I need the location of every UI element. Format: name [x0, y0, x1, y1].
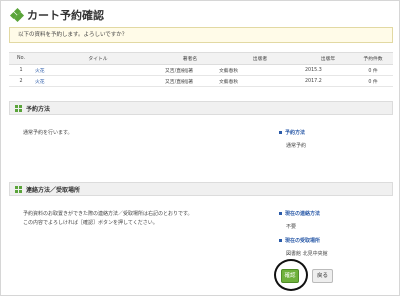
contact-method-label: 現在の連絡方法 [279, 210, 320, 217]
reservation-method-label: 予約方法 [279, 129, 305, 136]
contact-method-label-text: 現在の連絡方法 [285, 211, 321, 217]
header-no: No. [9, 52, 33, 65]
row-publisher: 文藝春秋 [217, 64, 303, 76]
reservation-method-value: 通常予約 [286, 143, 307, 149]
row-reserve-count: 0 件 [353, 64, 393, 76]
row-year: 2015.3 [303, 64, 353, 76]
confirmation-notice: 以下の資料を予約します。よろしいですか？ [9, 27, 393, 43]
confirm-highlight-ring [274, 259, 308, 291]
contact-description-line2: この内容でよろしければ［確認］ボタンを押してください。 [23, 220, 158, 226]
header-year: 出版年 [303, 52, 353, 65]
contact-section-header: 連絡方法／受取場所 [9, 182, 393, 196]
row-no: 1 [9, 64, 33, 76]
header-reserve-count: 予約件数 [353, 52, 393, 65]
pickup-location-label-text: 現在の受取場所 [285, 238, 321, 244]
row-title: 火花 [33, 75, 163, 87]
back-button[interactable]: 戻る [312, 269, 333, 283]
row-author: 又吉/直樹∥著 [163, 64, 217, 76]
row-author: 又吉/直樹∥著 [163, 75, 217, 87]
header-author: 著者名 [163, 52, 217, 65]
pickup-location-value: 図書館 北見中央館 [286, 251, 328, 257]
square-bullet-icon [279, 131, 282, 134]
grid-icon [15, 185, 22, 193]
row-reserve-count: 0 件 [353, 75, 393, 87]
header-title: タイトル [33, 52, 163, 65]
pickup-location-label: 現在の受取場所 [279, 237, 320, 244]
row-year: 2017.2 [303, 75, 353, 87]
square-bullet-icon [279, 239, 282, 242]
row-title: 火花 [33, 64, 163, 76]
section-title: 予約方法 [26, 105, 51, 113]
reservation-method-description: 通常予約を行います。 [23, 130, 73, 136]
header-publisher: 出版者 [217, 52, 303, 65]
diamond-logo-icon [9, 7, 25, 23]
row-no: 2 [9, 75, 33, 87]
grid-icon [15, 104, 22, 112]
table-row: 1 火花 又吉/直樹∥著 文藝春秋 2015.3 0 件 [9, 64, 393, 76]
row-publisher: 文藝春秋 [217, 75, 303, 87]
reservation-items-table: No. タイトル 著者名 出版者 出版年 予約件数 1 火花 又吉/直樹∥著 文… [9, 52, 393, 87]
page-frame: カート予約確認 以下の資料を予約します。よろしいですか？ No. タイトル 著者… [0, 0, 400, 296]
reservation-method-label-text: 予約方法 [285, 130, 306, 136]
title-link[interactable]: 火花 [35, 80, 45, 85]
square-bullet-icon [279, 212, 282, 215]
contact-method-value: 不要 [286, 224, 297, 230]
contact-description-line1: 予約資料のお取置きができた際の連絡方法／受取場所は右記のとおりです。 [23, 211, 193, 217]
title-link[interactable]: 火花 [35, 69, 45, 74]
page-title: カート予約確認 [27, 9, 104, 22]
reservation-method-section-header: 予約方法 [9, 101, 393, 115]
page-header: カート予約確認 [9, 7, 104, 23]
table-row: 2 火花 又吉/直樹∥著 文藝春秋 2017.2 0 件 [9, 75, 393, 87]
table-header-row: No. タイトル 著者名 出版者 出版年 予約件数 [9, 52, 393, 65]
section-title: 連絡方法／受取場所 [26, 186, 81, 194]
